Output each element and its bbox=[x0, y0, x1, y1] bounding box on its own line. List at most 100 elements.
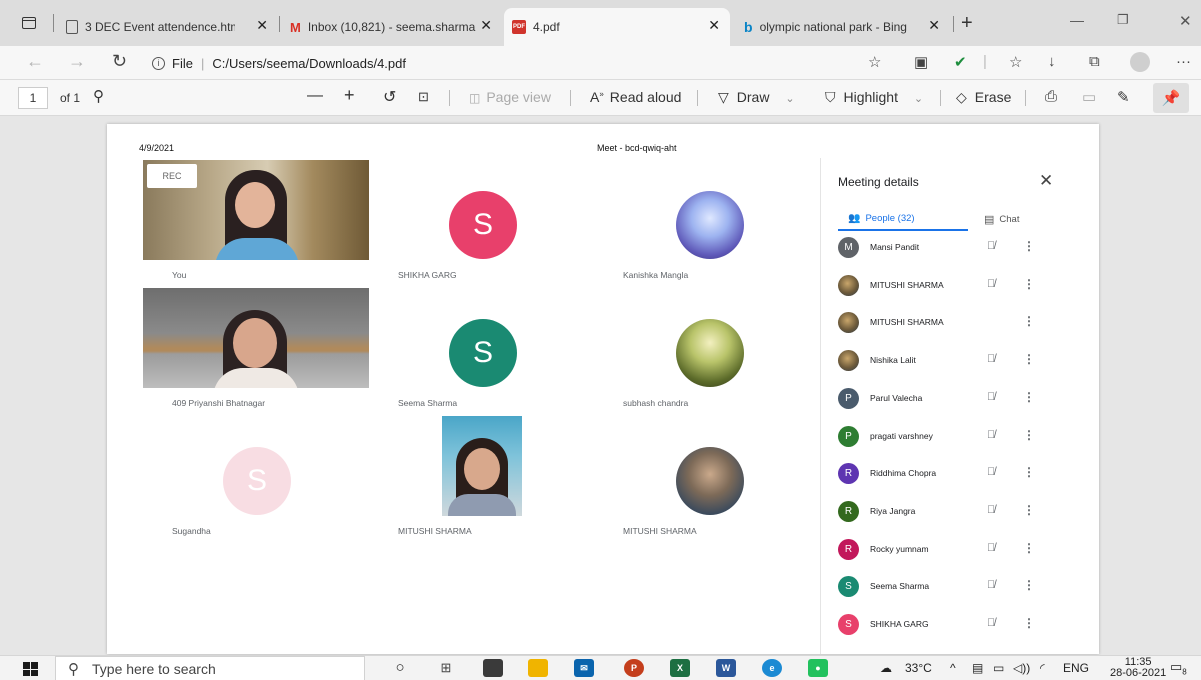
participant-name: Sugandha bbox=[172, 526, 211, 536]
save-as-icon[interactable]: ✎ bbox=[1117, 88, 1130, 106]
extension-icon[interactable]: ▣ bbox=[914, 53, 928, 71]
tab-actions-icon[interactable] bbox=[22, 17, 36, 29]
participant-row[interactable]: M Mansi Pandit 🎙̸ ⋮ bbox=[821, 234, 1099, 264]
participant-row[interactable]: Ppragati varshney 🎙̸ ⋮ bbox=[821, 423, 1099, 453]
participant-row[interactable]: R Rocky yumnam 🎙̸ ⋮ bbox=[821, 536, 1099, 566]
restore-button[interactable]: ❐ bbox=[1117, 12, 1129, 28]
new-tab-button[interactable]: + bbox=[961, 12, 973, 35]
chevron-down-icon[interactable]: ⌄ bbox=[785, 93, 794, 105]
language-indicator[interactable]: ENG bbox=[1063, 661, 1089, 675]
battery-icon[interactable]: ▭ bbox=[993, 661, 1004, 675]
powerpoint-icon[interactable]: P bbox=[624, 659, 644, 677]
back-icon[interactable]: ← bbox=[26, 51, 44, 72]
notification-icon[interactable]: ▭8 bbox=[1170, 659, 1187, 677]
pin-toolbar-button[interactable]: 📌 bbox=[1153, 83, 1189, 113]
zoom-out-icon[interactable]: — bbox=[307, 87, 323, 105]
participant-row[interactable]: Nishika Lalit 🎙̸ ⋮ bbox=[821, 347, 1099, 377]
volume-icon[interactable]: ◁)) bbox=[1013, 661, 1030, 675]
tab-bing[interactable]: b olympic national park - Bing ✕ bbox=[736, 8, 950, 46]
participant-row[interactable]: MITUSHI SHARMA 🎙̸ ⋮ bbox=[821, 272, 1099, 302]
chevron-up-icon[interactable]: ^ bbox=[950, 661, 956, 675]
close-icon[interactable]: ✕ bbox=[256, 17, 268, 34]
more-options-icon[interactable]: ⋮ bbox=[1023, 390, 1035, 404]
clock[interactable]: 11:35 28-06-2021 bbox=[1110, 657, 1166, 679]
participant-row[interactable]: MITUSHI SHARMA ⋮ bbox=[821, 309, 1099, 339]
more-options-icon[interactable]: ⋮ bbox=[1023, 578, 1035, 592]
more-menu-icon[interactable]: ··· bbox=[1176, 53, 1191, 70]
highlight-button[interactable]: ⛉ Highlight ⌄ bbox=[825, 89, 923, 106]
participant-name: MITUSHI SHARMA bbox=[623, 526, 697, 536]
close-icon[interactable]: ✕ bbox=[1039, 171, 1053, 191]
participant-name: You bbox=[172, 270, 187, 280]
more-options-icon[interactable]: ⋮ bbox=[1023, 239, 1035, 253]
check-extension-icon[interactable]: ✔ bbox=[954, 53, 967, 71]
video-tile-mitushi bbox=[442, 416, 522, 516]
close-icon[interactable]: ✕ bbox=[928, 17, 940, 34]
search-icon[interactable]: ⚲ bbox=[93, 87, 104, 105]
close-icon[interactable]: ✕ bbox=[708, 17, 720, 34]
close-icon[interactable]: ✕ bbox=[480, 17, 492, 34]
address-bar[interactable]: i File | C:/Users/seema/Downloads/4.pdf bbox=[152, 50, 892, 76]
more-options-icon[interactable]: ⋮ bbox=[1023, 541, 1035, 555]
page-number-input[interactable]: 1 bbox=[18, 87, 48, 109]
task-view-icon[interactable]: ⊞ bbox=[436, 659, 456, 677]
print-icon[interactable]: ⎙ bbox=[1045, 88, 1057, 105]
participant-row[interactable]: P Parul Valecha 🎙̸ ⋮ bbox=[821, 385, 1099, 415]
cortana-icon[interactable]: ○ bbox=[390, 659, 410, 677]
meet-now-icon[interactable]: ▤ bbox=[972, 661, 983, 675]
erase-button[interactable]: ◇ Erase bbox=[956, 89, 1011, 106]
address-scheme: File bbox=[172, 55, 193, 71]
participant-row[interactable]: S SHIKHA GARG 🎙̸ ⋮ bbox=[821, 611, 1099, 641]
downloads-icon[interactable]: ↓ bbox=[1048, 53, 1056, 70]
file-explorer-icon[interactable] bbox=[528, 659, 548, 677]
mic-off-icon: 🎙̸ bbox=[987, 353, 996, 366]
favorite-star-icon[interactable]: ☆ bbox=[868, 53, 881, 71]
more-options-icon[interactable]: ⋮ bbox=[1023, 465, 1035, 479]
participant-name: Mansi Pandit bbox=[870, 242, 920, 252]
minimize-button[interactable]: — bbox=[1070, 12, 1084, 28]
more-options-icon[interactable]: ⋮ bbox=[1023, 277, 1035, 291]
participant-name: Nishika Lalit bbox=[870, 355, 916, 366]
mail-icon[interactable]: ✉ bbox=[574, 659, 594, 677]
more-options-icon[interactable]: ⋮ bbox=[1023, 503, 1035, 517]
more-options-icon[interactable]: ⋮ bbox=[1023, 314, 1035, 328]
rotate-icon[interactable]: ↺ bbox=[383, 87, 396, 107]
spotify-icon[interactable]: ● bbox=[808, 659, 828, 677]
temperature[interactable]: 33°C bbox=[905, 661, 932, 675]
wifi-icon[interactable]: ◜ bbox=[1040, 661, 1045, 675]
info-icon[interactable]: i bbox=[152, 56, 165, 70]
participant-row[interactable]: R Riya Jangra 🎙̸ ⋮ bbox=[821, 498, 1099, 528]
tab-chat[interactable]: ▤ Chat bbox=[984, 213, 1019, 226]
taskbar-search-input[interactable]: ⚲ Type here to search bbox=[55, 656, 365, 680]
more-options-icon[interactable]: ⋮ bbox=[1023, 616, 1035, 630]
refresh-icon[interactable]: ↻ bbox=[112, 51, 127, 72]
save-icon[interactable]: ▭ bbox=[1082, 88, 1096, 106]
read-aloud-button[interactable]: A» Read aloud bbox=[590, 89, 681, 105]
edge-browser-icon[interactable]: e bbox=[762, 659, 782, 677]
collections-icon[interactable]: ⧉ bbox=[1089, 53, 1100, 70]
forward-icon[interactable]: → bbox=[68, 51, 86, 72]
windows-start-icon[interactable] bbox=[23, 662, 38, 676]
address-url[interactable]: C:/Users/seema/Downloads/4.pdf bbox=[212, 56, 406, 71]
tab-inbox[interactable]: M Inbox (10,821) - seema.sharma.p ✕ bbox=[282, 8, 502, 46]
favorites-icon[interactable]: ☆ bbox=[1009, 53, 1022, 71]
tab-people[interactable]: 👥 People (32) bbox=[848, 213, 915, 224]
more-options-icon[interactable]: ⋮ bbox=[1023, 428, 1035, 442]
word-icon[interactable]: W bbox=[716, 659, 736, 677]
scrollbar[interactable] bbox=[1193, 116, 1201, 656]
store-icon[interactable] bbox=[483, 659, 503, 677]
more-options-icon[interactable]: ⋮ bbox=[1023, 352, 1035, 366]
zoom-in-icon[interactable]: + bbox=[344, 85, 355, 106]
participant-row[interactable]: S Seema Sharma 🎙̸ ⋮ bbox=[821, 573, 1099, 603]
draw-button[interactable]: ▽ Draw ⌄ bbox=[718, 89, 795, 106]
participant-row[interactable]: R Riddhima Chopra 🎙̸ ⋮ bbox=[821, 460, 1099, 490]
weather-icon[interactable]: ☁ bbox=[880, 661, 892, 675]
fit-page-icon[interactable]: ⊡ bbox=[418, 89, 429, 105]
profile-avatar[interactable] bbox=[1130, 52, 1150, 72]
excel-icon[interactable]: X bbox=[670, 659, 690, 677]
close-window-button[interactable]: ✕ bbox=[1179, 12, 1192, 30]
tab-pdf[interactable]: PDF 4.pdf ✕ bbox=[504, 8, 730, 46]
page-view-button[interactable]: ◫ Page view bbox=[469, 89, 551, 105]
chevron-down-icon[interactable]: ⌄ bbox=[914, 93, 923, 105]
tab-event-attendence[interactable]: 3 DEC Event attendence.html ✕ bbox=[58, 8, 278, 46]
